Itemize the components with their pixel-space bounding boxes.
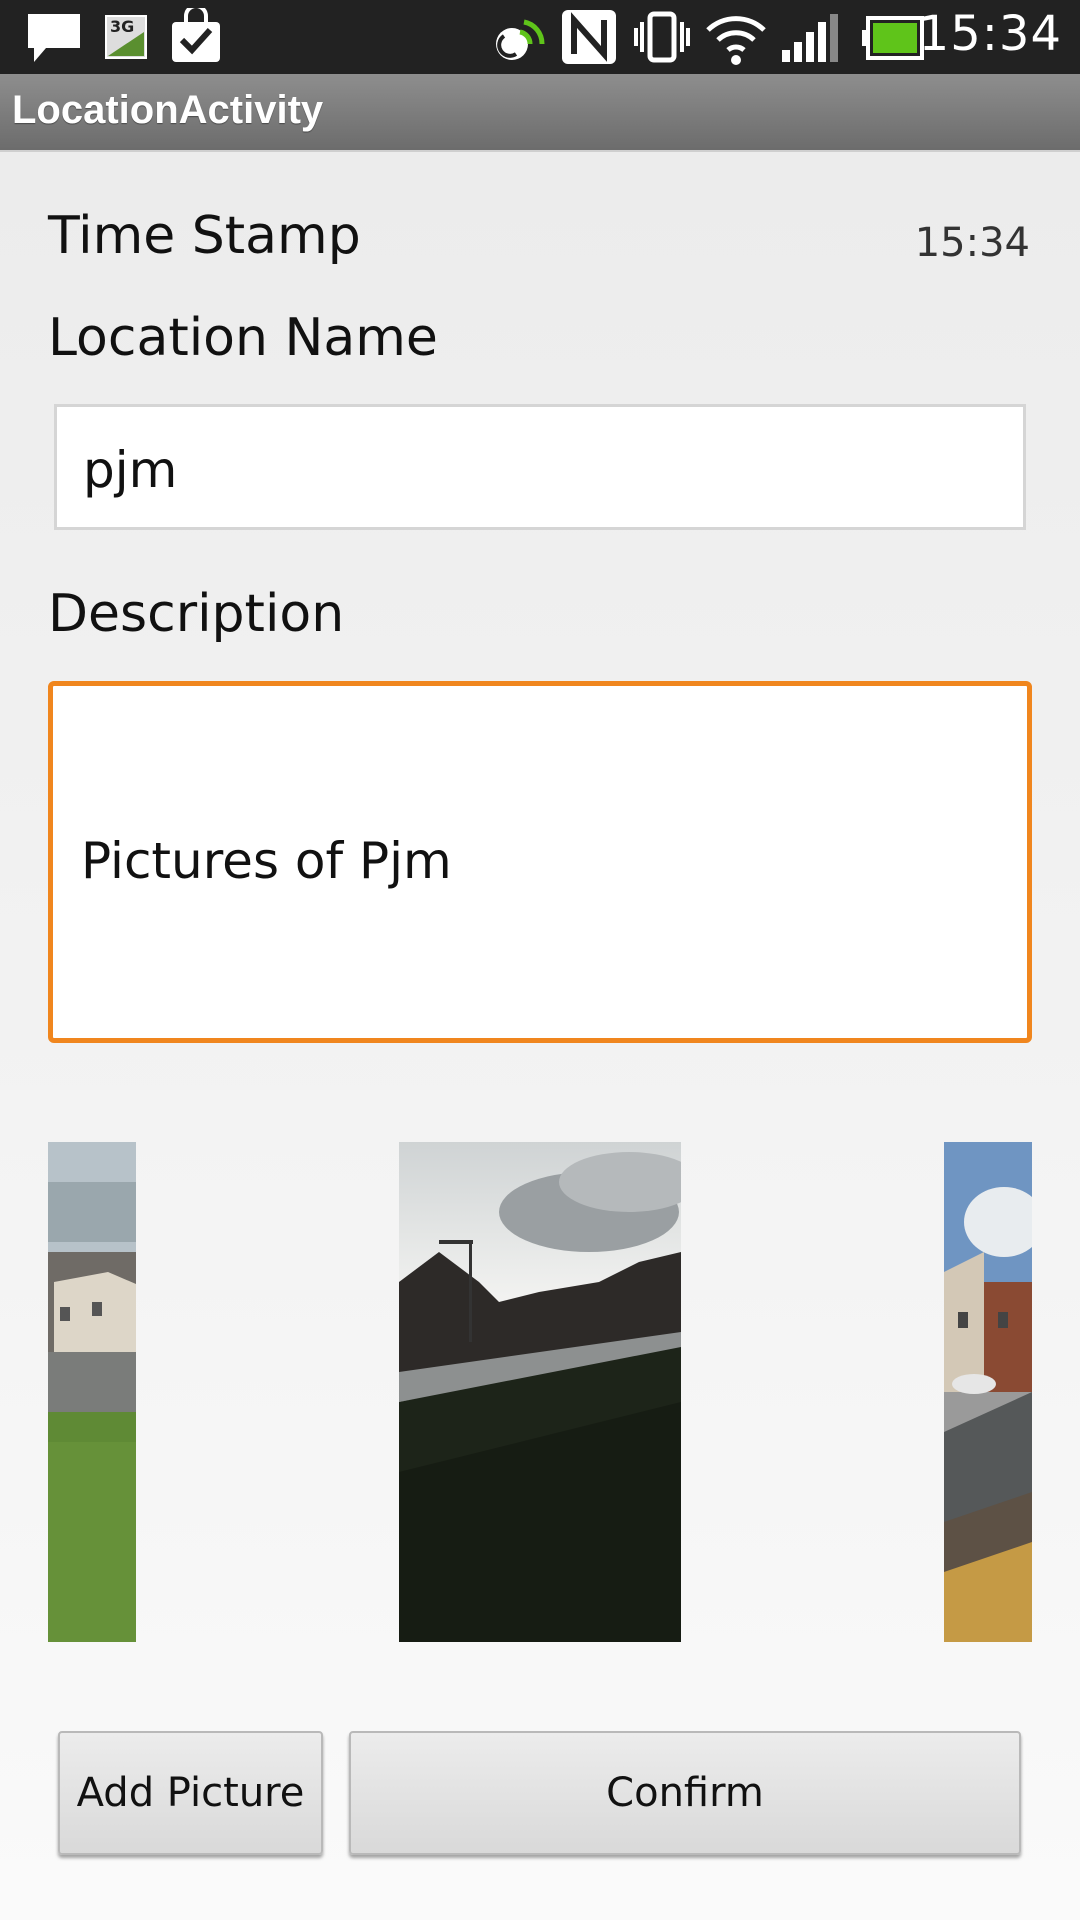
location-name-input[interactable]: pjm <box>54 404 1026 530</box>
app-title: LocationActivity <box>12 88 324 132</box>
location-name-label: Location Name <box>48 308 438 368</box>
message-icon <box>28 14 80 62</box>
confirm-button[interactable]: Confirm <box>349 1731 1021 1855</box>
description-value: Pictures of Pjm <box>81 832 452 890</box>
vibrate-icon <box>634 11 690 63</box>
action-bar: LocationActivity <box>0 74 1080 152</box>
center-photo[interactable] <box>399 1142 681 1642</box>
3g-data-icon: 3G <box>105 15 147 59</box>
nfc-beam-icon <box>496 19 545 60</box>
timestamp-label: Time Stamp <box>48 206 361 266</box>
description-label: Description <box>48 584 345 644</box>
wifi-icon <box>706 16 766 65</box>
add-picture-button[interactable]: Add Picture <box>58 1731 323 1855</box>
battery-icon <box>862 16 924 60</box>
timestamp-value: 15:34 <box>914 220 1030 266</box>
status-time: 15:34 <box>918 6 1062 62</box>
store-check-icon <box>172 8 220 62</box>
svg-text:3G: 3G <box>110 17 134 36</box>
right-photo[interactable] <box>944 1142 1032 1642</box>
description-input[interactable]: Pictures of Pjm <box>48 681 1032 1043</box>
location-name-value: pjm <box>83 441 178 499</box>
status-bar: 3G 15:34 <box>0 0 1080 74</box>
signal-icon <box>782 14 838 62</box>
left-photo[interactable] <box>48 1142 136 1642</box>
nfc-icon <box>562 10 616 64</box>
